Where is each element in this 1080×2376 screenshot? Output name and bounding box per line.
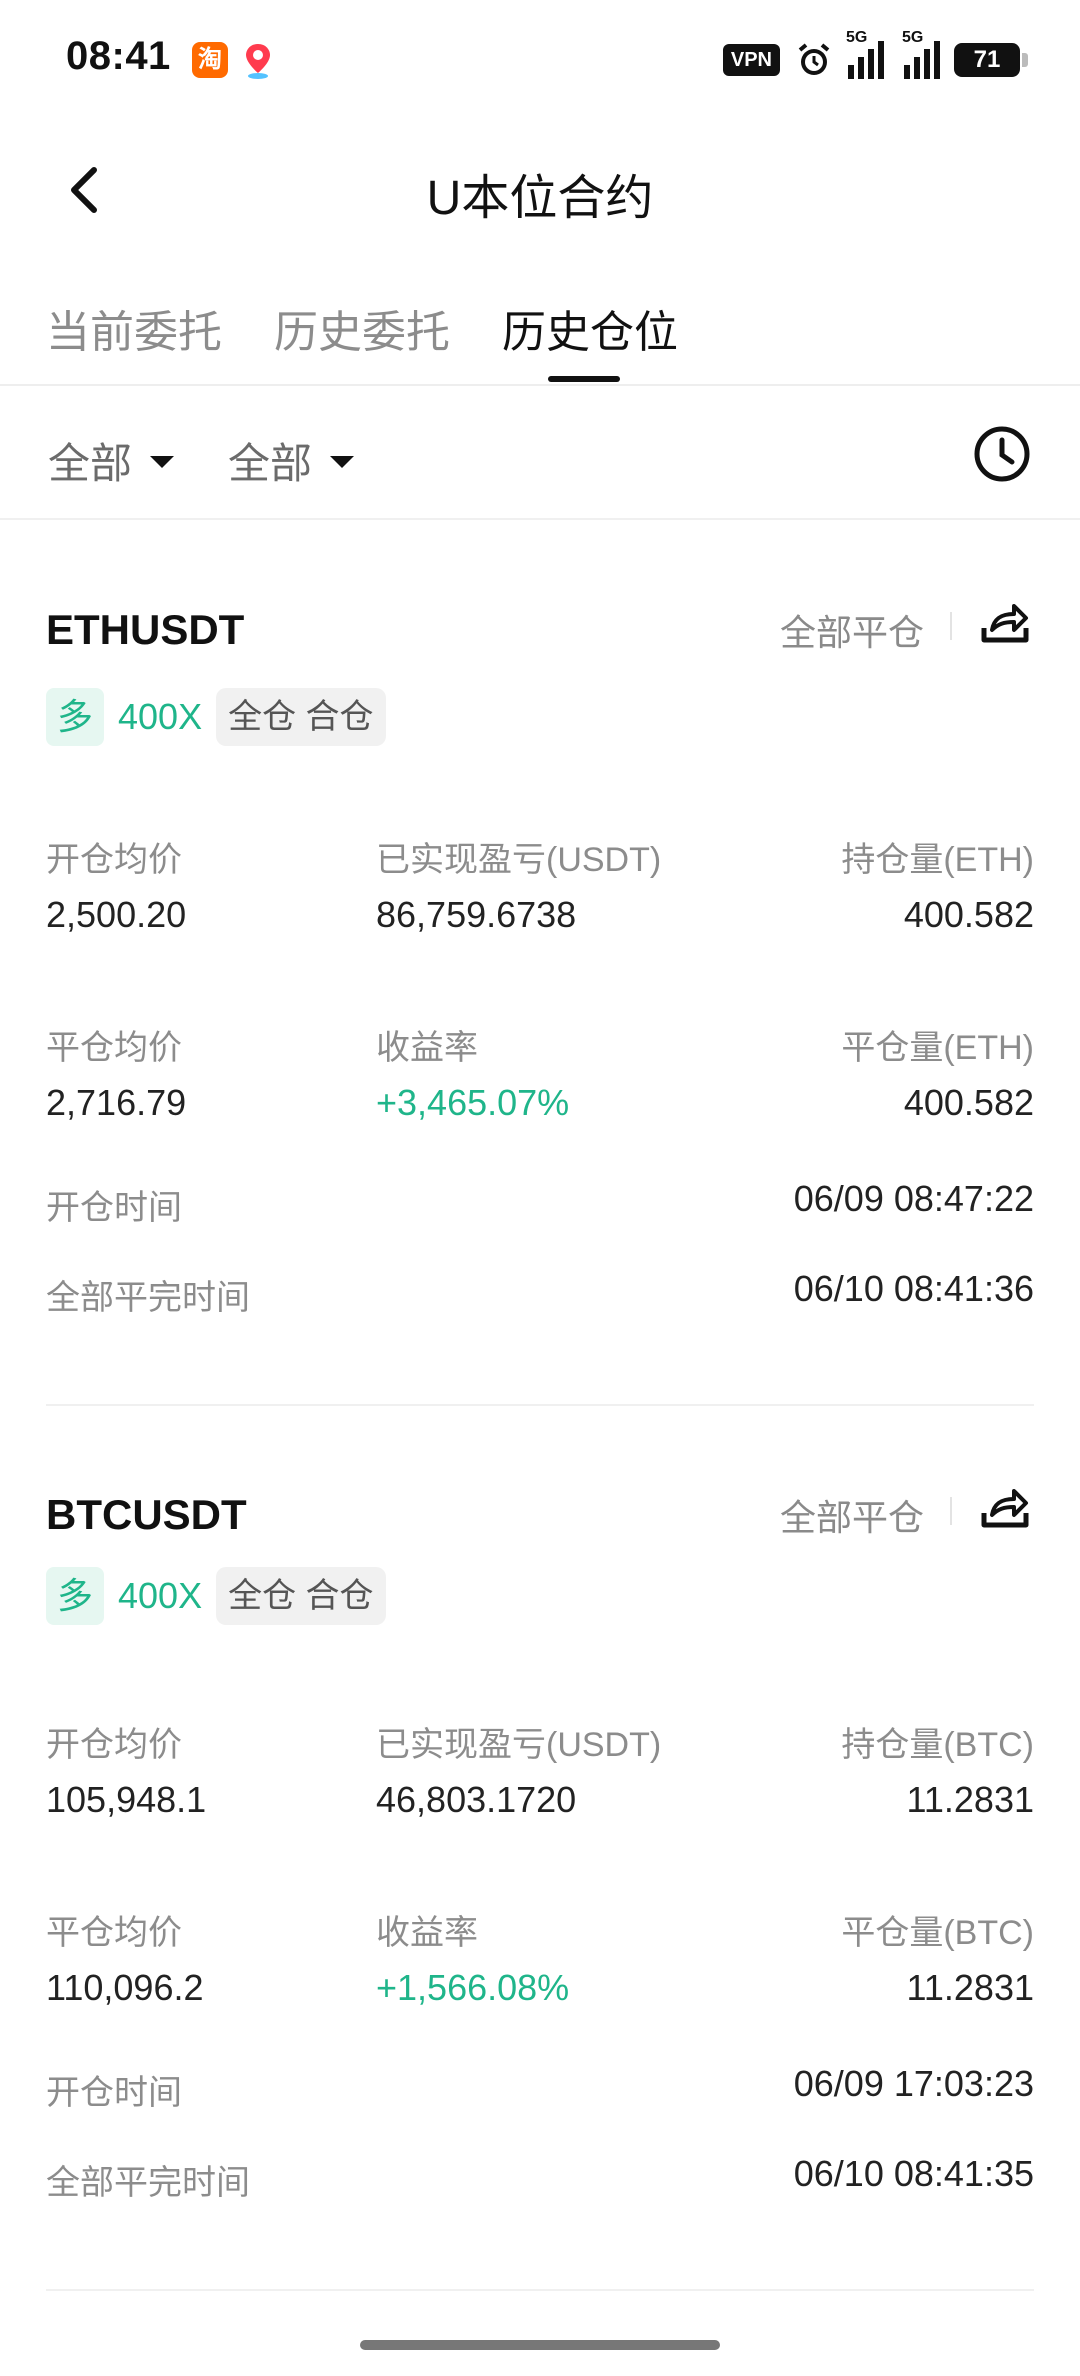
margin-mode-badge: 全仓 合仓	[216, 1567, 386, 1625]
direction-badge: 多	[46, 1567, 104, 1625]
position-badges: 多 400X 全仓 合仓	[46, 688, 386, 746]
value-close-time: 06/10 08:41:36	[793, 1268, 1034, 1309]
share-icon[interactable]	[980, 600, 1030, 646]
separator	[950, 612, 952, 640]
caret-down-icon	[150, 455, 175, 468]
value-close-time: 06/10 08:41:35	[793, 2153, 1034, 2194]
signal-icon-1: 5G	[846, 29, 884, 79]
app-header: U本位合约	[0, 130, 1080, 250]
label-close-time: 全部平完时间	[46, 2164, 250, 2202]
filter-dropdown-direction[interactable]: 全部	[228, 430, 355, 491]
direction-badge: 多	[46, 688, 104, 746]
position-symbol: ETHUSDT	[46, 606, 245, 653]
tab-bar: 当前委托 历史委托 历史仓位	[0, 280, 1080, 386]
alarm-icon	[798, 43, 830, 75]
page-title: U本位合约	[426, 172, 654, 225]
value-roi: +3,465.07%	[376, 1082, 570, 1123]
separator	[950, 1497, 952, 1525]
label-open-avg: 开仓均价	[46, 841, 182, 879]
leverage-badge: 400X	[118, 696, 203, 737]
position-symbol: BTCUSDT	[46, 1491, 247, 1538]
position-badges: 多 400X 全仓 合仓	[46, 1567, 386, 1625]
value-holding: 11.2831	[906, 1779, 1034, 1820]
status-time: 08:41	[66, 34, 171, 78]
vpn-badge: VPN	[722, 44, 780, 76]
position-card: BTCUSDT 全部平仓 多 400X 全仓 合仓 开仓均价 已实现盈亏(USD…	[0, 1405, 1080, 2293]
label-roi: 收益率	[376, 1914, 478, 1952]
close-all-button[interactable]: 全部平仓	[780, 604, 924, 656]
value-realized-pnl: 86,759.6738	[376, 894, 577, 935]
value-closed-qty: 400.582	[903, 1082, 1034, 1123]
taobao-app-icon: 淘	[192, 42, 228, 78]
filter-dropdown-symbol[interactable]: 全部	[48, 430, 175, 491]
label-close-avg: 平仓均价	[46, 1914, 182, 1952]
label-open-avg: 开仓均价	[46, 1726, 182, 1764]
label-close-avg: 平仓均价	[46, 1029, 182, 1067]
tab-position-history[interactable]: 历史仓位	[502, 296, 678, 360]
margin-mode-badge: 全仓 合仓	[216, 688, 386, 746]
value-roi: +1,566.08%	[376, 1967, 570, 2008]
close-all-button[interactable]: 全部平仓	[780, 1489, 924, 1541]
value-realized-pnl: 46,803.1720	[376, 1779, 577, 1820]
label-roi: 收益率	[376, 1029, 478, 1067]
value-open-time: 06/09 08:47:22	[793, 1178, 1034, 1219]
filter-row: 全部 全部	[0, 388, 1080, 520]
status-bar: 08:41 淘 VPN 5G 5G 71	[0, 0, 1080, 120]
value-close-avg: 2,716.79	[46, 1082, 187, 1123]
value-open-avg: 105,948.1	[46, 1779, 207, 1820]
label-holding: 持仓量(BTC)	[841, 1726, 1034, 1764]
card-divider	[46, 2289, 1034, 2291]
signal-icon-2: 5G	[902, 29, 940, 79]
filter-label: 全部	[228, 440, 313, 487]
value-open-time: 06/09 17:03:23	[793, 2063, 1034, 2104]
label-closed-qty: 平仓量(BTC)	[841, 1914, 1034, 1952]
label-close-time: 全部平完时间	[46, 1279, 250, 1317]
value-open-avg: 2,500.20	[46, 894, 187, 935]
caret-down-icon	[330, 455, 355, 468]
home-indicator[interactable]	[360, 2340, 720, 2350]
label-open-time: 开仓时间	[46, 1189, 182, 1227]
tab-order-history[interactable]: 历史委托	[274, 296, 450, 360]
leverage-badge: 400X	[118, 1575, 203, 1616]
value-closed-qty: 11.2831	[906, 1967, 1034, 2008]
label-holding: 持仓量(ETH)	[841, 841, 1034, 879]
position-card: ETHUSDT 全部平仓 多 400X 全仓 合仓 开仓均价 已实现盈亏(USD…	[0, 520, 1080, 1408]
active-tab-indicator	[548, 376, 620, 382]
label-realized-pnl: 已实现盈亏(USDT)	[376, 1726, 662, 1764]
share-icon[interactable]	[980, 1485, 1030, 1531]
label-open-time: 开仓时间	[46, 2074, 182, 2112]
battery-icon: 71	[954, 43, 1028, 77]
clock-icon[interactable]	[972, 424, 1032, 484]
label-realized-pnl: 已实现盈亏(USDT)	[376, 841, 662, 879]
status-right: VPN 5G 5G 71	[722, 29, 1028, 84]
value-holding: 400.582	[903, 894, 1034, 935]
location-pin-icon	[246, 44, 270, 79]
filter-label: 全部	[48, 440, 133, 487]
label-closed-qty: 平仓量(ETH)	[841, 1029, 1034, 1067]
value-close-avg: 110,096.2	[46, 1967, 204, 2008]
tab-current-orders[interactable]: 当前委托	[46, 296, 222, 360]
